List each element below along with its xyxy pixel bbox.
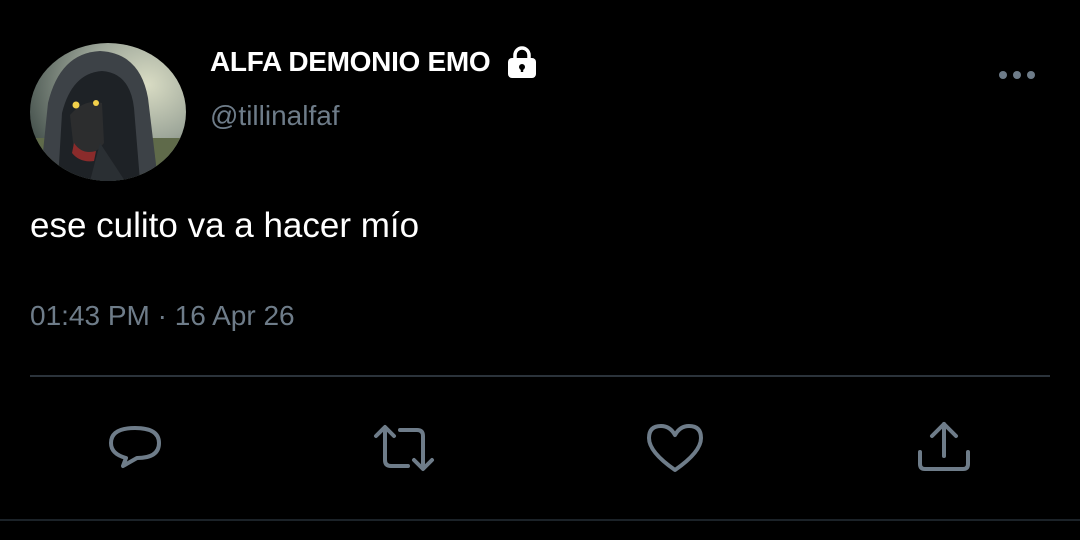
reply-icon (109, 426, 161, 468)
more-dots-icon[interactable] (995, 60, 1039, 90)
tweet-card: ALFA DEMONIO EMO @tillinalfaf ese culito… (0, 0, 1080, 540)
retweet-icon (374, 425, 434, 471)
lock-icon (508, 46, 537, 78)
heart-icon (647, 424, 703, 472)
display-name-row: ALFA DEMONIO EMO (210, 42, 540, 82)
reply-button[interactable] (103, 416, 167, 480)
avatar[interactable] (30, 43, 186, 181)
divider-bottom (0, 519, 1080, 521)
handle[interactable]: @tillinalfaf (210, 100, 340, 132)
tweet-text: ese culito va a hacer mío (30, 206, 420, 245)
hooded-wolf-avatar-image (30, 43, 186, 181)
display-name[interactable]: ALFA DEMONIO EMO (210, 46, 491, 78)
like-button[interactable] (643, 416, 707, 480)
share-icon (918, 422, 970, 471)
divider (30, 375, 1050, 377)
timestamp[interactable]: 01:43 PM · 16 Apr 26 (30, 300, 295, 332)
share-button[interactable] (912, 416, 976, 480)
retweet-button[interactable] (372, 416, 436, 480)
